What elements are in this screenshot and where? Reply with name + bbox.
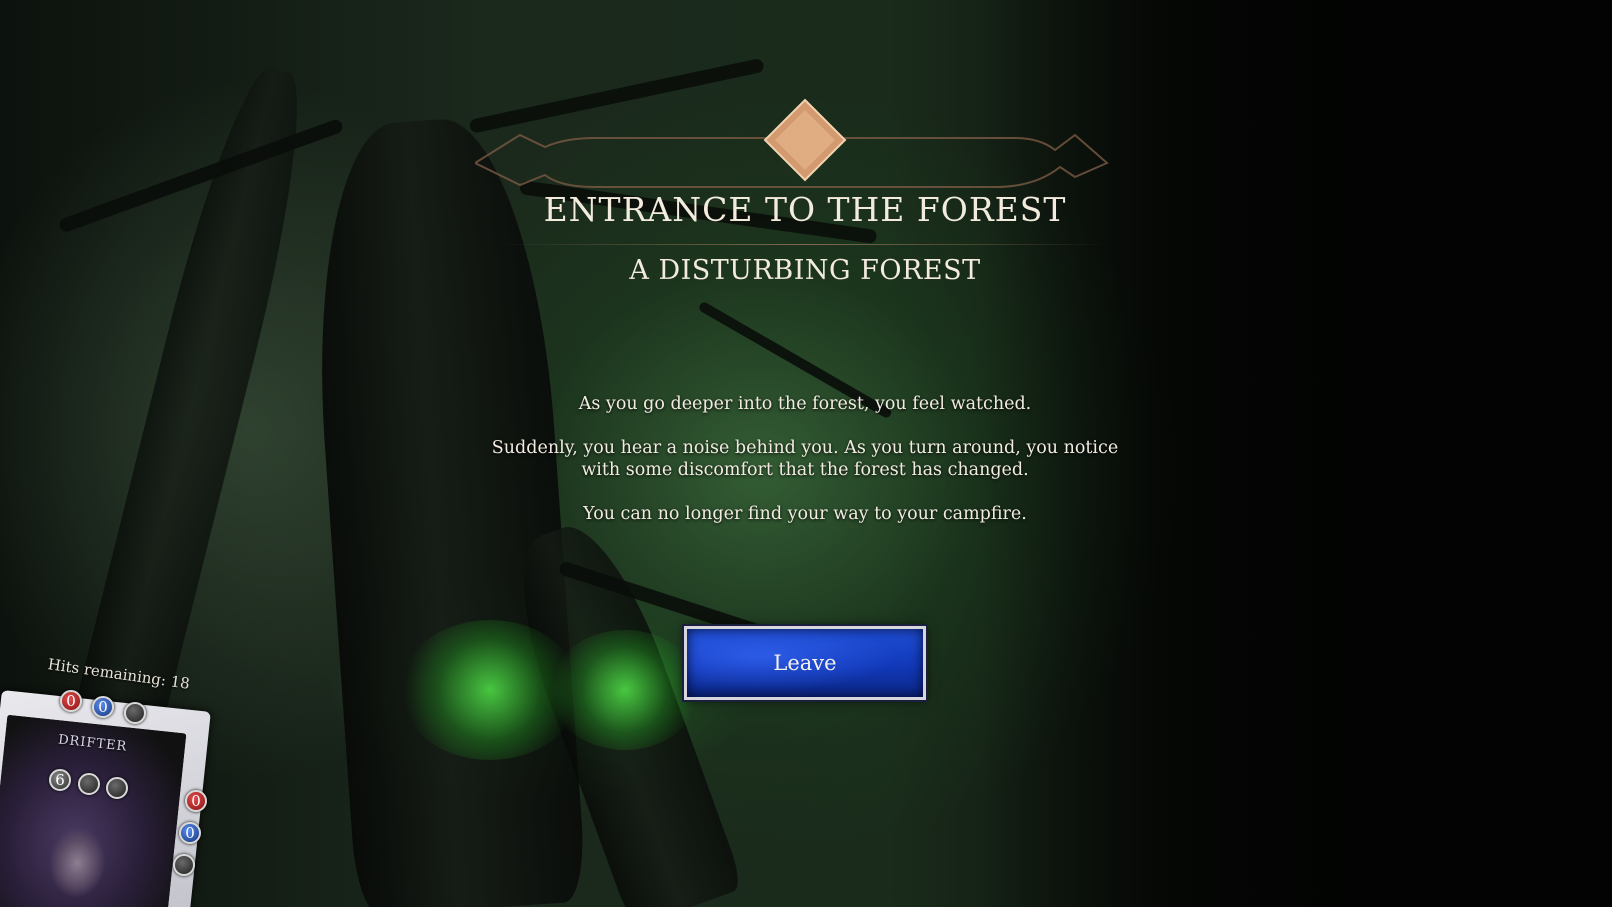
story-paragraph: You can no longer find your way to your … [583, 504, 1027, 524]
side-empty-stat-icon [173, 854, 195, 876]
empty-stat-slot-icon [124, 702, 146, 724]
side-armor-stat-icon: 0 [179, 822, 201, 844]
armor-stat-icon: 0 [92, 696, 114, 718]
event-description: As you go deeper into the forest, you fe… [470, 393, 1140, 547]
empty-slot-icon [78, 773, 100, 795]
leave-button[interactable]: Leave [682, 624, 928, 702]
event-title: ENTRANCE TO THE FOREST [543, 190, 1067, 229]
side-health-stat-icon: 0 [185, 790, 207, 812]
event-subtitle: A DISTURBING FOREST [629, 255, 981, 286]
title-ornament [475, 98, 1109, 188]
event-screen: ENTRANCE TO THE FOREST A DISTURBING FORE… [0, 0, 1612, 907]
story-paragraph: Suddenly, you hear a noise behind you. A… [491, 438, 1119, 480]
story-paragraph: As you go deeper into the forest, you fe… [578, 394, 1032, 414]
title-divider [500, 244, 1112, 245]
card-cost-icon: 6 [49, 769, 71, 791]
empty-slot-icon [106, 777, 128, 799]
health-stat-icon: 0 [60, 690, 82, 712]
